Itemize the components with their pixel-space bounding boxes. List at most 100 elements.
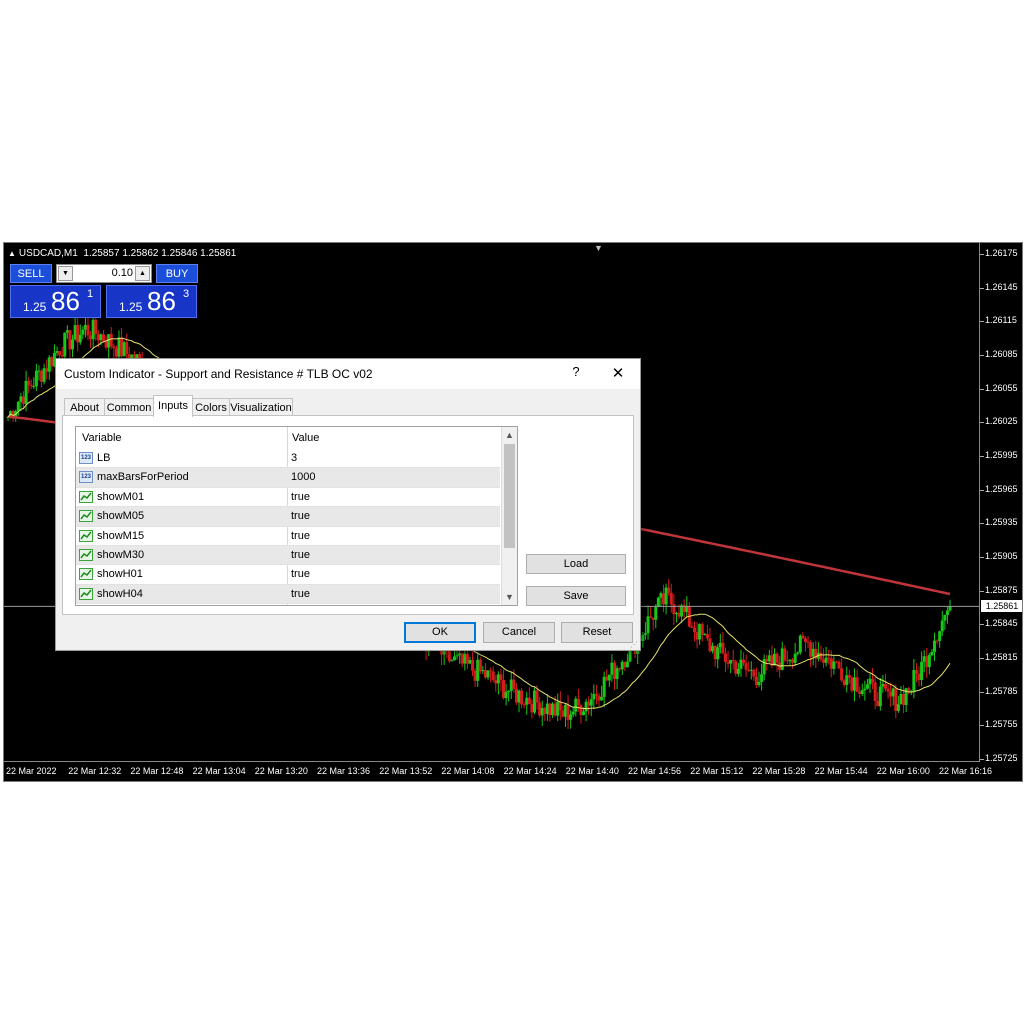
- candle[interactable]: [659, 591, 663, 607]
- candle[interactable]: [930, 648, 934, 657]
- candle[interactable]: [569, 710, 573, 729]
- candle[interactable]: [747, 661, 751, 673]
- candle[interactable]: [600, 685, 604, 701]
- time-axis[interactable]: [4, 761, 980, 762]
- candle[interactable]: [89, 331, 93, 348]
- candle[interactable]: [860, 683, 864, 697]
- candle[interactable]: [29, 379, 33, 389]
- candle[interactable]: [463, 650, 467, 671]
- candle[interactable]: [450, 658, 454, 662]
- tab-inputs[interactable]: Inputs: [153, 395, 193, 417]
- candle[interactable]: [646, 605, 650, 640]
- candle[interactable]: [760, 663, 764, 691]
- row-value[interactable]: true: [291, 549, 310, 561]
- candle[interactable]: [788, 659, 792, 665]
- candle[interactable]: [473, 667, 477, 687]
- candle[interactable]: [716, 644, 720, 669]
- candle[interactable]: [690, 621, 694, 629]
- candle[interactable]: [73, 316, 77, 341]
- candle[interactable]: [42, 363, 46, 385]
- candle[interactable]: [791, 657, 795, 669]
- candle[interactable]: [669, 583, 673, 613]
- help-button[interactable]: ?: [568, 364, 584, 379]
- candle[interactable]: [45, 359, 49, 380]
- candle[interactable]: [664, 583, 668, 615]
- candle[interactable]: [672, 593, 676, 625]
- candle[interactable]: [520, 688, 524, 709]
- candle[interactable]: [814, 640, 818, 668]
- candle[interactable]: [656, 596, 660, 608]
- row-value[interactable]: 1000: [291, 471, 315, 483]
- candle[interactable]: [587, 696, 591, 715]
- candle[interactable]: [667, 579, 671, 596]
- ok-button[interactable]: OK: [404, 622, 476, 643]
- candle[interactable]: [889, 682, 893, 707]
- candle[interactable]: [896, 695, 900, 713]
- candle[interactable]: [700, 622, 704, 642]
- candle[interactable]: [483, 662, 487, 680]
- candle[interactable]: [878, 677, 882, 711]
- candle[interactable]: [914, 663, 918, 683]
- candle[interactable]: [486, 670, 490, 680]
- tab-about[interactable]: About: [64, 398, 105, 416]
- candle[interactable]: [749, 661, 753, 680]
- candle[interactable]: [34, 363, 38, 391]
- candle[interactable]: [927, 652, 931, 675]
- candle[interactable]: [83, 314, 87, 338]
- tab-common[interactable]: Common: [104, 398, 154, 416]
- candle[interactable]: [574, 696, 578, 717]
- candle[interactable]: [594, 684, 598, 705]
- lot-increase-icon[interactable]: ▲: [135, 266, 150, 281]
- candle[interactable]: [489, 667, 493, 683]
- candle[interactable]: [837, 659, 841, 669]
- candle[interactable]: [19, 392, 23, 412]
- tab-visualization[interactable]: Visualization: [229, 398, 293, 416]
- candle[interactable]: [721, 631, 725, 655]
- row-value[interactable]: true: [291, 568, 310, 580]
- candle[interactable]: [597, 693, 601, 707]
- buy-button[interactable]: BUY: [156, 264, 198, 283]
- candle[interactable]: [674, 611, 678, 623]
- candle[interactable]: [793, 642, 797, 667]
- lot-size-field[interactable]: ▼ 0.10 ▲: [56, 264, 152, 283]
- candle[interactable]: [809, 640, 813, 668]
- candle[interactable]: [757, 671, 761, 688]
- candle[interactable]: [945, 606, 949, 624]
- candle[interactable]: [78, 324, 82, 345]
- candle[interactable]: [871, 667, 875, 690]
- candle[interactable]: [783, 645, 787, 663]
- candle[interactable]: [527, 686, 531, 705]
- candle[interactable]: [834, 660, 838, 664]
- candle[interactable]: [742, 652, 746, 666]
- candle[interactable]: [532, 687, 536, 715]
- candle[interactable]: [104, 335, 108, 351]
- candle[interactable]: [713, 645, 717, 667]
- candle[interactable]: [81, 326, 85, 340]
- candle[interactable]: [27, 376, 31, 394]
- candle[interactable]: [752, 668, 756, 681]
- candle[interactable]: [801, 632, 805, 640]
- candle[interactable]: [545, 694, 549, 721]
- candle[interactable]: [32, 377, 36, 390]
- candle[interactable]: [948, 599, 952, 612]
- candle[interactable]: [943, 614, 947, 630]
- table-row[interactable]: showH04 true: [76, 584, 500, 605]
- candle[interactable]: [507, 690, 511, 702]
- row-value[interactable]: true: [291, 491, 310, 503]
- candle[interactable]: [876, 692, 880, 707]
- candle[interactable]: [723, 647, 727, 672]
- candle[interactable]: [50, 356, 54, 372]
- candle[interactable]: [847, 669, 851, 684]
- table-row[interactable]: 123 LB 3: [76, 449, 500, 469]
- candle[interactable]: [65, 325, 69, 339]
- candle[interactable]: [563, 703, 567, 728]
- candle[interactable]: [499, 669, 503, 691]
- candle[interactable]: [796, 651, 800, 656]
- candle[interactable]: [120, 328, 124, 358]
- candle[interactable]: [476, 652, 480, 687]
- row-value[interactable]: true: [291, 530, 310, 542]
- candle[interactable]: [561, 705, 565, 718]
- candle[interactable]: [840, 658, 844, 682]
- scroll-down-icon[interactable]: ▼: [502, 589, 517, 605]
- candle[interactable]: [773, 648, 777, 666]
